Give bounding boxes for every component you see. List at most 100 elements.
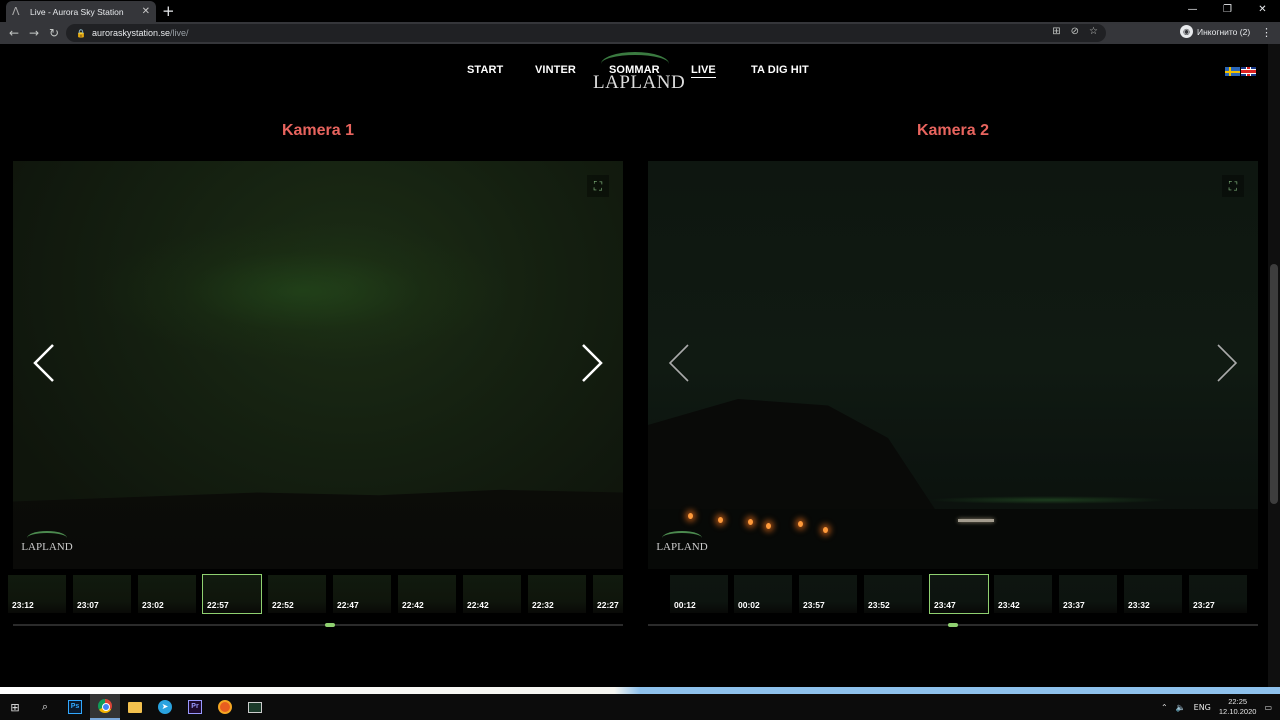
address-bar[interactable]: 🔒 auroraskystation.se /live/ ⊞ ⊘ ☆ <box>66 24 1106 42</box>
close-window-icon[interactable]: ✕ <box>1245 0 1280 22</box>
volume-icon[interactable]: 🔈 <box>1176 703 1186 712</box>
thumbnail-time: 23:07 <box>77 600 99 610</box>
timeline-knob[interactable] <box>948 623 958 627</box>
lock-icon[interactable]: 🔒 <box>76 29 86 38</box>
thumbnail[interactable]: 23:57 <box>799 575 857 613</box>
fire-light <box>823 527 828 533</box>
tracking-blocked-icon[interactable]: ⊘ <box>1071 26 1079 37</box>
thumbnail[interactable]: 23:27 <box>1189 575 1247 613</box>
back-icon[interactable]: ← <box>4 26 24 40</box>
ground-silhouette <box>648 509 1258 569</box>
thumbnail[interactable]: 22:42 <box>398 575 456 613</box>
page: START VINTER SOMMAR LIVE TA DIG HIT LAPL… <box>0 44 1280 687</box>
windows-taskbar: ⊞ ⌕ Ps ➤ Pr ⌃ 🔈 ENG 22:25 12.10.2020 ▭ <box>0 694 1280 720</box>
thumbnail[interactable]: 23:02 <box>138 575 196 613</box>
language-switcher <box>1225 67 1256 76</box>
thumbnail[interactable]: 22:27 <box>593 575 623 613</box>
thumbnail[interactable]: 22:42 <box>463 575 521 613</box>
aurora-favicon-icon: Λ <box>12 4 20 18</box>
clock[interactable]: 22:25 12.10.2020 <box>1219 697 1257 717</box>
lapland-watermark: LAPLAND <box>656 531 708 559</box>
thumbnail[interactable]: 23:32 <box>1124 575 1182 613</box>
premiere-icon[interactable]: Pr <box>180 694 210 720</box>
search-icon[interactable]: ⌕ <box>30 694 60 720</box>
page-scrollbar[interactable] <box>1268 44 1280 687</box>
next-image-button[interactable] <box>1212 341 1242 385</box>
camera-1-thumbnail-strip: 23:12 23:07 23:02 22:57 22:52 22:47 22:4… <box>0 573 623 615</box>
thumbnail[interactable]: 22:47 <box>333 575 391 613</box>
nav-item-vinter[interactable]: VINTER <box>535 64 576 76</box>
thumbnail[interactable]: 23:42 <box>994 575 1052 613</box>
camera-1-timeline[interactable] <box>13 623 623 627</box>
restore-icon[interactable]: ❐ <box>1210 0 1245 22</box>
thumbnail[interactable]: 23:37 <box>1059 575 1117 613</box>
minimize-icon[interactable]: — <box>1175 0 1210 22</box>
logo-text: LAPLAND <box>593 72 686 93</box>
thumbnail[interactable]: 23:52 <box>864 575 922 613</box>
camera-1-image[interactable]: ⛶ LAPLAND <box>13 161 623 569</box>
file-explorer-icon[interactable] <box>120 694 150 720</box>
prev-image-button[interactable] <box>29 341 59 385</box>
next-image-button[interactable] <box>577 341 607 385</box>
new-tab-icon[interactable]: + <box>162 2 175 20</box>
notifications-icon[interactable]: ▭ <box>1264 703 1272 712</box>
timeline-knob[interactable] <box>325 623 336 627</box>
fullscreen-icon[interactable]: ⛶ <box>587 175 609 197</box>
fire-light <box>718 517 723 523</box>
tab-title: Live - Aurora Sky Station <box>30 6 124 17</box>
watermark-text: LAPLAND <box>21 541 73 553</box>
fullscreen-icon[interactable]: ⛶ <box>1222 175 1244 197</box>
horizon-aurora-glow <box>928 496 1168 504</box>
thumbnail-time: 22:57 <box>207 600 229 610</box>
language-indicator[interactable]: ENG <box>1194 703 1211 712</box>
incognito-indicator[interactable]: ◉ Инкогнито (2) <box>1180 25 1250 38</box>
chrome-icon[interactable] <box>90 694 120 720</box>
camera-2-image[interactable]: ⛶ LAPLAND <box>648 161 1258 569</box>
clock-time: 22:25 <box>1228 697 1248 706</box>
photoshop-icon[interactable]: Ps <box>60 694 90 720</box>
thumbnail[interactable]: 23:12 <box>8 575 66 613</box>
clock-date: 12.10.2020 <box>1218 707 1257 716</box>
nav-item-start[interactable]: START <box>467 64 503 76</box>
thumbnail-time: 23:32 <box>1128 600 1150 610</box>
thumbnail-selected[interactable]: 23:47 <box>929 574 989 614</box>
reload-icon[interactable]: ↻ <box>44 26 64 40</box>
thumbnail[interactable]: 00:12 <box>670 575 728 613</box>
thumbnail[interactable]: 00:02 <box>734 575 792 613</box>
thumbnail[interactable]: 22:32 <box>528 575 586 613</box>
windows-start-icon[interactable]: ⊞ <box>0 694 30 720</box>
incognito-label: Инкогнито (2) <box>1197 26 1251 37</box>
window-controls: — ❐ ✕ <box>1175 0 1280 22</box>
camera-1-title: Kamera 1 <box>281 122 355 139</box>
url-host: auroraskystation.se <box>91 28 171 38</box>
thumbnail[interactable]: 23:07 <box>73 575 131 613</box>
fire-light <box>688 513 693 519</box>
thumbnail-time: 23:37 <box>1063 600 1085 610</box>
english-flag-icon[interactable] <box>1241 67 1256 76</box>
browser-tab-strip: Λ Live - Aurora Sky Station ✕ + — ❐ ✕ <box>0 0 1280 22</box>
scrollbar-thumb[interactable] <box>1270 264 1278 504</box>
translate-icon[interactable]: ⊞ <box>1052 26 1060 37</box>
bookmark-star-icon[interactable]: ☆ <box>1089 26 1098 37</box>
site-logo[interactable]: LAPLAND <box>593 50 686 98</box>
thumbnail[interactable]: 22:52 <box>268 575 326 613</box>
camera-2-timeline[interactable] <box>648 623 1258 627</box>
browser-tab[interactable]: Λ Live - Aurora Sky Station ✕ <box>6 1 156 22</box>
incognito-icon: ◉ <box>1180 25 1193 38</box>
lapland-watermark: LAPLAND <box>21 531 73 559</box>
screen-app-icon[interactable] <box>240 694 270 720</box>
prev-image-button[interactable] <box>664 341 694 385</box>
browser-menu-icon[interactable]: ⋮ <box>1261 26 1272 39</box>
tray-expand-icon[interactable]: ⌃ <box>1161 703 1168 712</box>
telegram-icon[interactable]: ➤ <box>150 694 180 720</box>
tab-close-icon[interactable]: ✕ <box>142 6 150 17</box>
nav-item-ta-dig-hit[interactable]: TA DIG HIT <box>751 64 809 76</box>
thumbnail-time: 00:12 <box>674 600 696 610</box>
forward-icon[interactable]: → <box>24 26 44 40</box>
fire-light <box>766 523 771 529</box>
swedish-flag-icon[interactable] <box>1225 67 1240 76</box>
thumbnail-selected[interactable]: 22:57 <box>202 574 262 614</box>
orange-app-icon[interactable] <box>210 694 240 720</box>
system-tray: ⌃ 🔈 ENG 22:25 12.10.2020 ▭ <box>1161 694 1272 720</box>
nav-item-live[interactable]: LIVE <box>691 64 716 78</box>
